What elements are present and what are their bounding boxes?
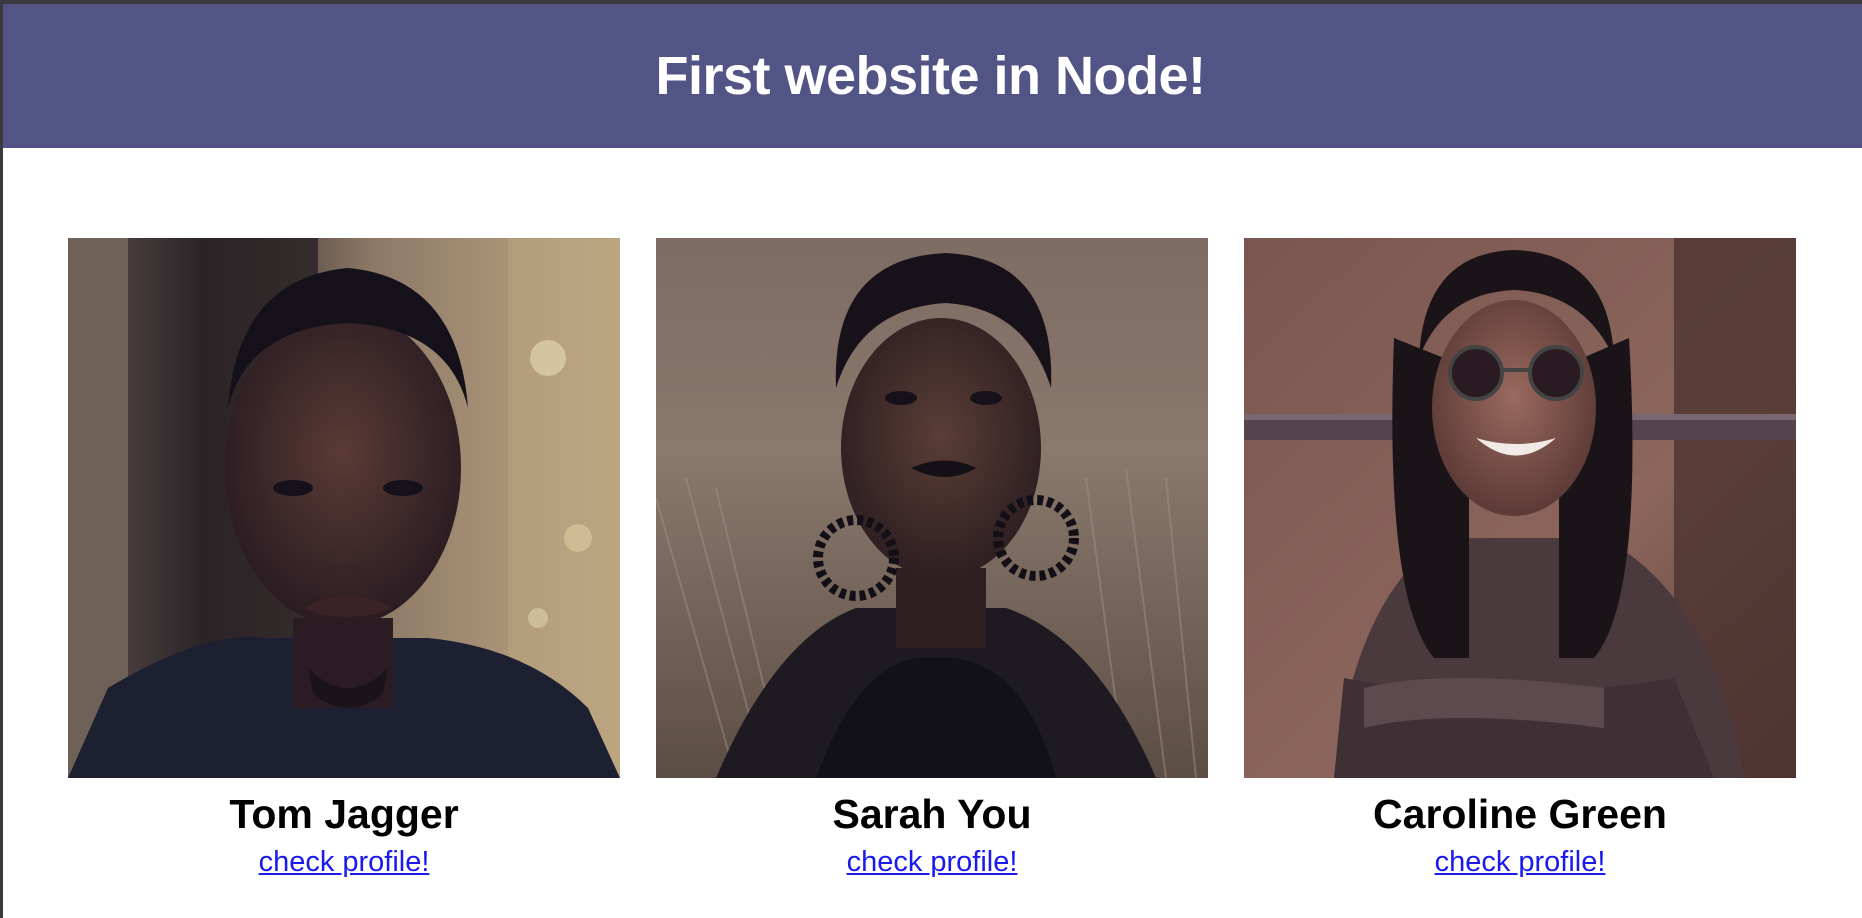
site-title: First website in Node! (655, 46, 1206, 106)
page: First website in Node! Tom Jagger check … (0, 0, 1862, 918)
site-header: First website in Node! (3, 4, 1862, 148)
profile-name: Caroline Green (1373, 791, 1667, 837)
profile-grid: Tom Jagger check profile! Sarah You chec… (0, 238, 1862, 918)
check-profile-link[interactable]: check profile! (847, 842, 1018, 882)
check-profile-link[interactable]: check profile! (1435, 842, 1606, 882)
profile-name: Sarah You (832, 791, 1032, 837)
profile-card: Sarah You check profile! (656, 238, 1208, 882)
profile-name: Tom Jagger (229, 791, 459, 837)
profile-photo (68, 238, 620, 778)
profile-card: Caroline Green check profile! (1244, 238, 1796, 882)
profile-photo (656, 238, 1208, 778)
profile-photo (1244, 238, 1796, 778)
check-profile-link[interactable]: check profile! (259, 842, 430, 882)
profile-card: Tom Jagger check profile! (68, 238, 620, 882)
